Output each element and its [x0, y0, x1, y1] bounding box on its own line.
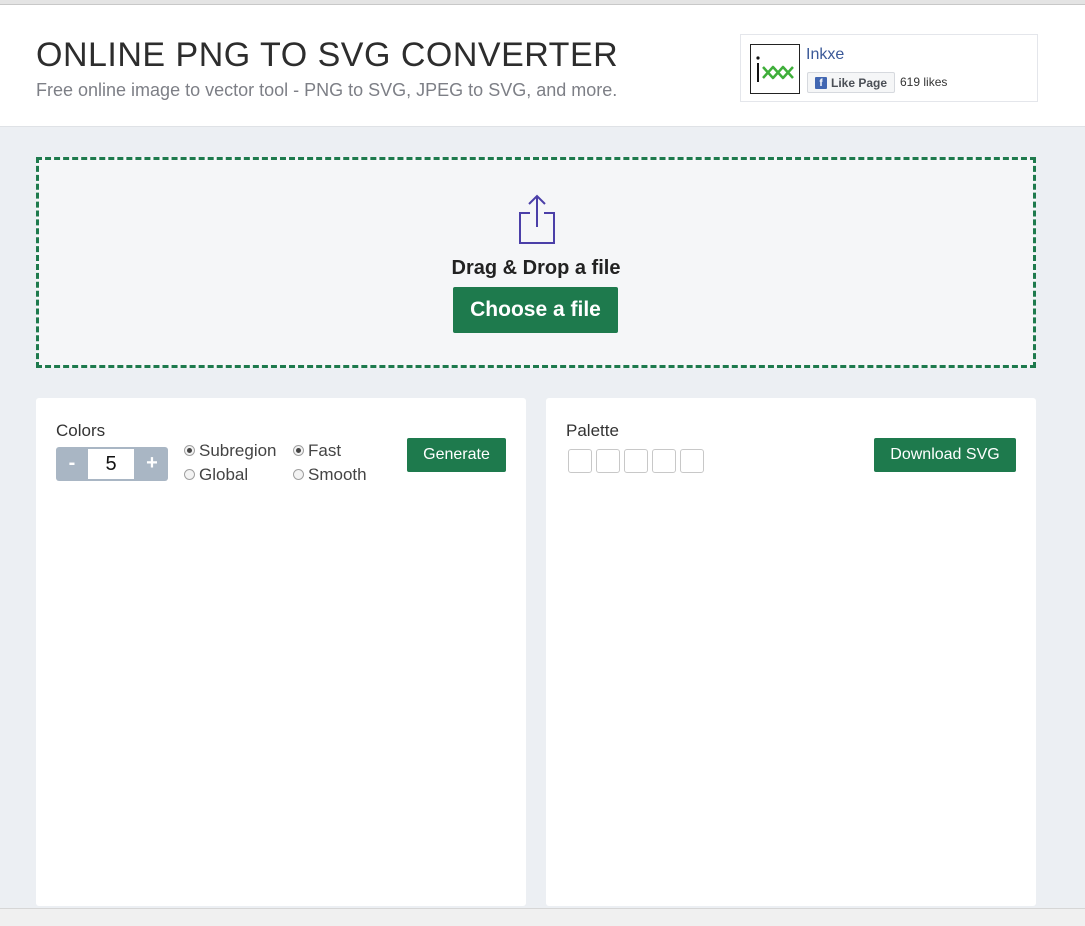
radio-dot — [184, 445, 195, 456]
page-title: ONLINE PNG TO SVG CONVERTER — [36, 36, 619, 74]
subregion-radio[interactable]: Subregion — [184, 441, 277, 461]
palette-panel: Palette Download SVG — [546, 398, 1036, 906]
smooth-label: Smooth — [308, 465, 367, 484]
smooth-radio[interactable]: Smooth — [293, 465, 367, 485]
facebook-likes-count: 619 likes — [900, 75, 948, 89]
like-page-label: Like Page — [831, 76, 888, 90]
page-subtitle: Free online image to vector tool - PNG t… — [36, 80, 618, 100]
fast-radio[interactable]: Fast — [293, 441, 341, 461]
choose-file-button[interactable]: Choose a file — [453, 287, 618, 333]
facebook-page-name-link[interactable]: Inkxe — [806, 46, 844, 64]
global-radio[interactable]: Global — [184, 465, 248, 485]
radio-dot — [293, 445, 304, 456]
increase-colors-button[interactable]: + — [136, 447, 168, 481]
file-dropzone[interactable]: Drag & Drop a file Choose a file — [36, 157, 1036, 368]
page-header: ONLINE PNG TO SVG CONVERTER Free online … — [0, 5, 1085, 127]
palette-label: Palette — [566, 421, 619, 440]
subregion-label: Subregion — [199, 441, 277, 460]
palette-swatch[interactable] — [680, 449, 704, 473]
facebook-page-widget: Inkxe f Like Page 619 likes — [740, 34, 1038, 102]
inkxe-logo-icon[interactable] — [750, 44, 800, 94]
radio-dot — [184, 469, 195, 480]
facebook-f-icon: f — [815, 77, 827, 89]
decrease-colors-button[interactable]: - — [56, 447, 88, 481]
upload-share-icon — [519, 194, 555, 244]
settings-panel: Colors - + Subregion Global Fast Smooth … — [36, 398, 526, 906]
download-svg-button[interactable]: Download SVG — [874, 438, 1016, 472]
palette-swatch[interactable] — [652, 449, 676, 473]
colors-label: Colors — [56, 421, 106, 440]
drag-drop-text: Drag & Drop a file — [451, 257, 621, 279]
palette-swatch[interactable] — [596, 449, 620, 473]
generate-button[interactable]: Generate — [407, 438, 506, 472]
page-footer-strip — [0, 908, 1085, 926]
radio-dot — [293, 469, 304, 480]
colors-stepper: - + — [56, 447, 168, 481]
colors-count-input[interactable] — [88, 449, 134, 479]
palette-swatch[interactable] — [624, 449, 648, 473]
global-label: Global — [199, 465, 249, 484]
palette-swatch[interactable] — [568, 449, 592, 473]
facebook-like-page-button[interactable]: f Like Page — [807, 72, 895, 93]
fast-label: Fast — [308, 441, 342, 460]
